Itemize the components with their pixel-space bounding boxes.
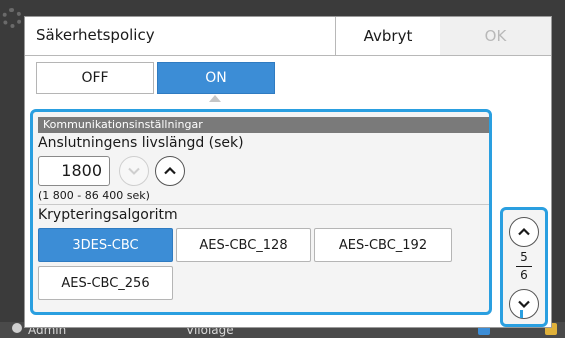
chevron-down-icon [128, 167, 140, 175]
page-up-button[interactable] [509, 217, 539, 247]
page-fraction-line [516, 266, 532, 267]
settings-panel[interactable]: Kommunikationsinställningar Anslutningen… [30, 109, 492, 315]
focus-indicator-tick [520, 310, 523, 318]
section-heading: Kommunikationsinställningar [38, 117, 489, 133]
encryption-label: Krypteringsalgoritm [38, 207, 178, 223]
dialog-title: Säkerhetspolicy [36, 26, 155, 44]
decrement-button[interactable] [119, 156, 149, 186]
total-pages: 6 [520, 268, 528, 282]
security-policy-dialog: Säkerhetspolicy Avbryt OK OFF ON Kommuni… [24, 16, 552, 328]
settings-gear-icon [2, 8, 22, 28]
lifetime-range-hint: (1 800 - 86 400 sek) [38, 189, 150, 202]
cancel-button[interactable]: Avbryt [335, 17, 440, 55]
lifetime-label: Anslutningens livslängd (sek) [38, 135, 244, 151]
algo-option-aes-cbc-128[interactable]: AES-CBC_128 [176, 228, 311, 262]
toggle-off-button[interactable]: OFF [36, 62, 154, 94]
chevron-up-icon [518, 227, 530, 236]
increment-button[interactable] [155, 156, 185, 186]
toggle-on-button[interactable]: ON [157, 62, 275, 94]
user-icon [12, 323, 22, 333]
policy-toggle: OFF ON [25, 56, 551, 108]
page-scroller: 5 6 [500, 207, 548, 327]
expand-caret-icon [209, 95, 221, 102]
algo-option-aes-cbc-192[interactable]: AES-CBC_192 [314, 228, 452, 262]
chevron-down-icon [518, 300, 530, 309]
algo-option-3des-cbc[interactable]: 3DES-CBC [38, 228, 173, 262]
algo-option-aes-cbc-256[interactable]: AES-CBC_256 [38, 266, 173, 300]
section-divider [38, 204, 489, 205]
page-down-button[interactable] [509, 289, 539, 319]
lifetime-input[interactable]: 1800 [38, 156, 110, 186]
current-page: 5 [520, 250, 528, 264]
dialog-titlebar: Säkerhetspolicy Avbryt OK [25, 17, 551, 56]
ok-button[interactable]: OK [440, 17, 551, 55]
chevron-up-icon [164, 166, 176, 175]
